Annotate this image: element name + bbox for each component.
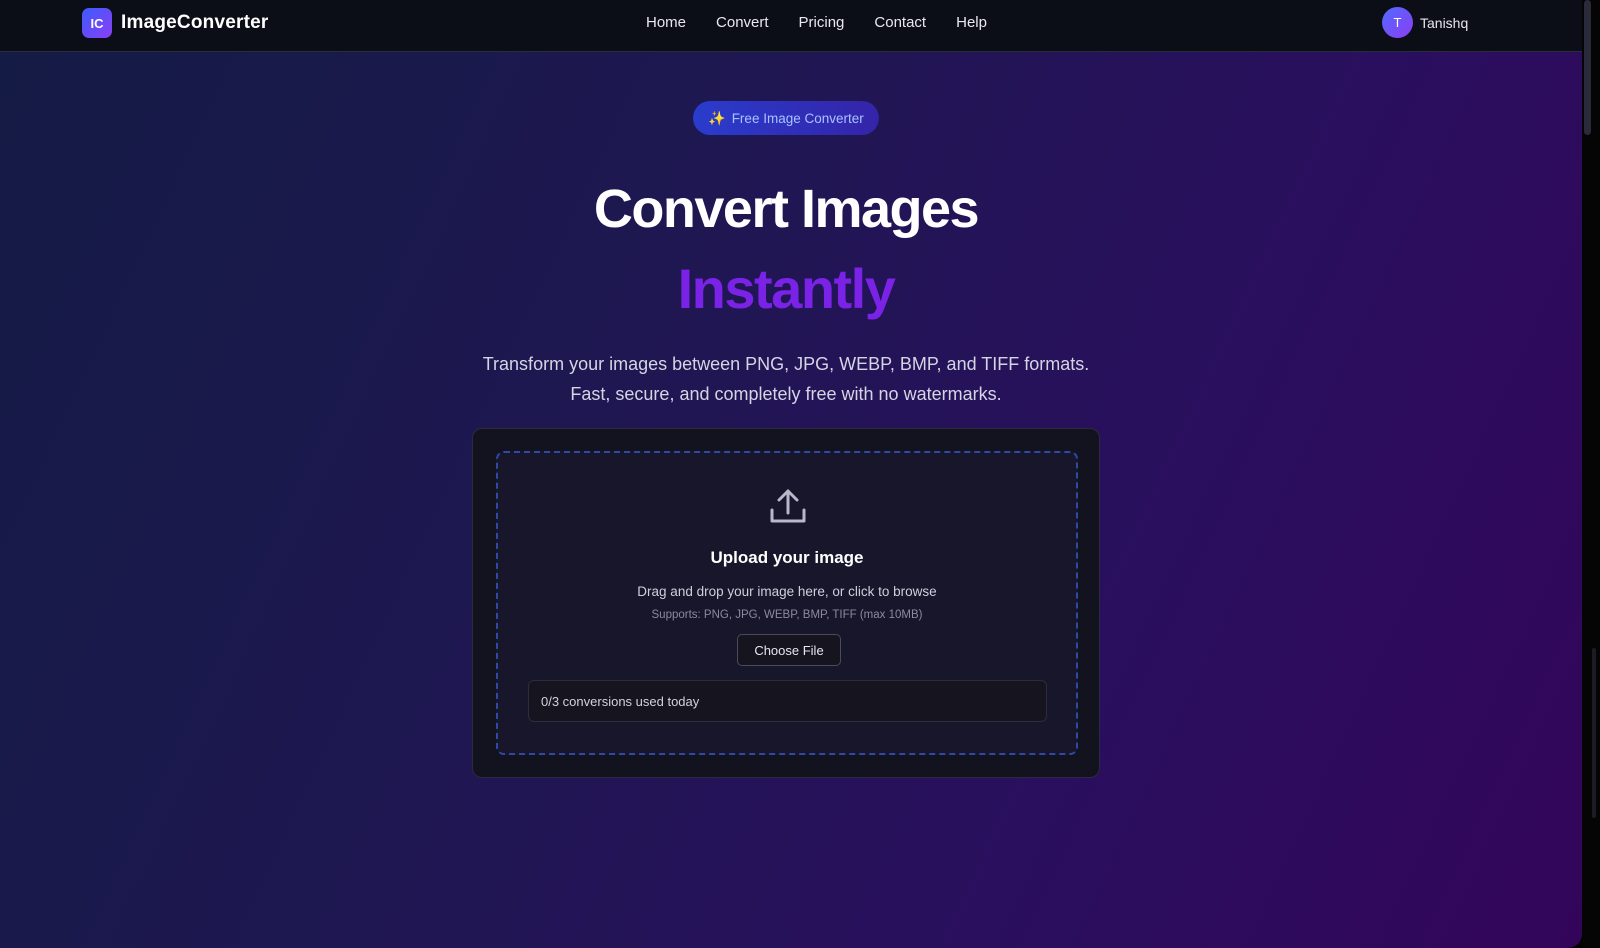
badge-text: Free Image Converter bbox=[731, 110, 864, 126]
upload-title: Upload your image bbox=[710, 548, 864, 567]
choose-file-button[interactable]: Choose File bbox=[737, 634, 841, 666]
page-background: IC ImageConverter Home Convert Pricing C… bbox=[0, 0, 1582, 948]
nav-link-convert[interactable]: Convert bbox=[716, 14, 769, 31]
scrollbar-thumb[interactable] bbox=[1584, 0, 1591, 135]
upload-supported-formats: Supports: PNG, JPG, WEBP, BMP, TIFF (max… bbox=[651, 609, 923, 621]
free-badge: ✨ Free Image Converter bbox=[693, 101, 879, 135]
user-name: Tanishq bbox=[1420, 14, 1469, 31]
upload-icon bbox=[770, 489, 806, 523]
brand-link[interactable]: IC ImageConverter bbox=[82, 8, 268, 38]
nav-link-help[interactable]: Help bbox=[956, 14, 987, 31]
sparkles-icon: ✨ bbox=[708, 109, 726, 126]
hero-subtitle: Transform your images between PNG, JPG, … bbox=[0, 349, 1572, 409]
hero-title: Convert Images bbox=[593, 179, 980, 239]
navbar: IC ImageConverter Home Convert Pricing C… bbox=[0, 0, 1582, 52]
avatar: T bbox=[1382, 7, 1413, 38]
nav-link-contact[interactable]: Contact bbox=[874, 14, 926, 31]
brand-logo: IC bbox=[82, 8, 112, 38]
nav-link-home[interactable]: Home bbox=[646, 14, 686, 31]
nav-links: Home Convert Pricing Contact Help bbox=[646, 14, 1017, 31]
hero-subtitle-line-1: Transform your images between PNG, JPG, … bbox=[482, 354, 1090, 374]
hero-title-accent: Instantly bbox=[677, 257, 896, 320]
scrollbar-track[interactable] bbox=[1582, 0, 1600, 948]
scrollbar-secondary-thumb bbox=[1592, 648, 1596, 818]
usage-counter: 0/3 conversions used today bbox=[528, 680, 1047, 722]
upload-dropzone[interactable]: Upload your image Drag and drop your ima… bbox=[496, 451, 1078, 755]
nav-link-pricing[interactable]: Pricing bbox=[799, 14, 845, 31]
brand-name: ImageConverter bbox=[121, 12, 269, 33]
user-menu[interactable]: T Tanishq bbox=[1382, 7, 1468, 38]
upload-description: Drag and drop your image here, or click … bbox=[637, 584, 937, 599]
hero-subtitle-line-2: Fast, secure, and completely free with n… bbox=[570, 384, 1002, 404]
upload-card: Upload your image Drag and drop your ima… bbox=[472, 428, 1100, 778]
